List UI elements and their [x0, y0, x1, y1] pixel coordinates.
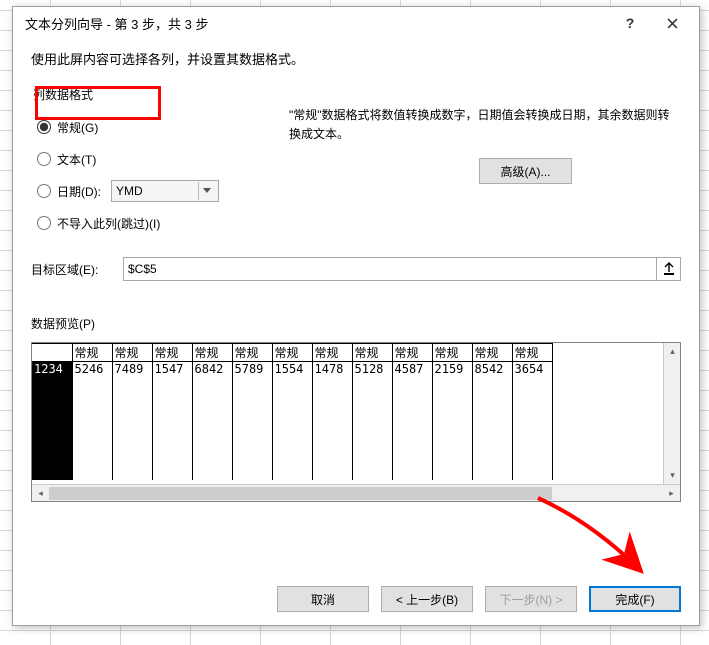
intro-text: 使用此屏内容可选择各列，并设置其数据格式。	[31, 49, 681, 68]
scroll-up-icon[interactable]: ▴	[664, 343, 680, 360]
destination-input[interactable]	[123, 257, 657, 281]
close-button[interactable]	[651, 9, 693, 37]
preview-header[interactable]: 常规	[512, 344, 552, 362]
preview-cell[interactable]: 3654	[512, 362, 552, 480]
advanced-button[interactable]: 高级(A)...	[479, 158, 572, 184]
preview-header[interactable]: 常规	[192, 344, 232, 362]
radio-general-label: 常规(G)	[57, 119, 98, 136]
text-to-columns-wizard-dialog: 文本分列向导 - 第 3 步，共 3 步 ? 使用此屏内容可选择各列，并设置其数…	[12, 6, 700, 626]
radio-text[interactable]	[37, 152, 51, 166]
preview-header[interactable]: 常规	[152, 344, 192, 362]
preview-header[interactable]: 常规	[32, 344, 72, 362]
group-title: 列数据格式	[31, 86, 271, 103]
preview-cell[interactable]: 6842	[192, 362, 232, 480]
radio-skip[interactable]	[37, 216, 51, 230]
radio-general[interactable]	[37, 120, 51, 134]
preview-cell[interactable]: 5789	[232, 362, 272, 480]
next-button: 下一步(N) >	[485, 586, 577, 612]
destination-row: 目标区域(E):	[31, 257, 681, 281]
help-button[interactable]: ?	[609, 9, 651, 37]
vertical-scrollbar[interactable]: ▴ ▾	[663, 343, 680, 484]
radio-text-label: 文本(T)	[57, 151, 96, 168]
preview-header[interactable]: 常规	[352, 344, 392, 362]
window-title: 文本分列向导 - 第 3 步，共 3 步	[25, 14, 609, 33]
preview-header[interactable]: 常规	[432, 344, 472, 362]
dialog-footer: 取消 < 上一步(B) 下一步(N) > 完成(F)	[13, 573, 699, 625]
cancel-button[interactable]: 取消	[277, 586, 369, 612]
radio-row-date[interactable]: 日期(D): YMD	[31, 175, 271, 207]
scroll-thumb[interactable]	[49, 487, 552, 500]
radio-date[interactable]	[37, 184, 51, 198]
preview-header[interactable]: 常规	[472, 344, 512, 362]
scroll-left-icon[interactable]: ◂	[32, 485, 49, 502]
preview-table[interactable]: 常规常规常规常规常规常规常规常规常规常规常规常规常规12345246748915…	[32, 343, 553, 480]
preview-header[interactable]: 常规	[232, 344, 272, 362]
range-picker-button[interactable]	[657, 257, 681, 281]
format-description-area: "常规"数据格式将数值转换成数字，日期值会转换成日期，其余数据则转换成文本。 高…	[271, 78, 681, 184]
horizontal-scrollbar[interactable]: ◂ ▸	[32, 484, 680, 501]
radio-skip-label: 不导入此列(跳过)(I)	[57, 215, 160, 232]
preview-cell[interactable]: 1547	[152, 362, 192, 480]
date-format-select[interactable]: YMD	[111, 180, 219, 202]
radio-row-text[interactable]: 文本(T)	[31, 143, 271, 175]
preview-header[interactable]: 常规	[272, 344, 312, 362]
preview-cell[interactable]: 1478	[312, 362, 352, 480]
back-button[interactable]: < 上一步(B)	[381, 586, 473, 612]
preview-label: 数据预览(P)	[31, 315, 681, 332]
close-icon	[667, 18, 678, 29]
radio-row-skip[interactable]: 不导入此列(跳过)(I)	[31, 207, 271, 239]
preview-cell[interactable]: 5128	[352, 362, 392, 480]
finish-button[interactable]: 完成(F)	[589, 586, 681, 612]
date-format-value: YMD	[116, 184, 143, 198]
dialog-body: 使用此屏内容可选择各列，并设置其数据格式。 列数据格式 常规(G) 文本(T) …	[13, 39, 699, 573]
preview-cell[interactable]: 7489	[112, 362, 152, 480]
data-preview: 常规常规常规常规常规常规常规常规常规常规常规常规常规12345246748915…	[31, 342, 681, 502]
format-area: 列数据格式 常规(G) 文本(T) 日期(D): YMD	[31, 78, 681, 239]
preview-header[interactable]: 常规	[72, 344, 112, 362]
preview-cell[interactable]: 4587	[392, 362, 432, 480]
preview-cell[interactable]: 5246	[72, 362, 112, 480]
destination-label: 目标区域(E):	[31, 261, 123, 278]
scroll-track[interactable]	[49, 485, 663, 501]
preview-cell[interactable]: 1234	[32, 362, 72, 480]
scroll-down-icon[interactable]: ▾	[664, 467, 680, 484]
preview-header[interactable]: 常规	[112, 344, 152, 362]
radio-row-general[interactable]: 常规(G)	[31, 111, 271, 143]
range-picker-icon	[663, 262, 675, 276]
column-data-format-group: 列数据格式 常规(G) 文本(T) 日期(D): YMD	[31, 86, 271, 239]
preview-cell[interactable]: 2159	[432, 362, 472, 480]
format-description: "常规"数据格式将数值转换成数字，日期值会转换成日期，其余数据则转换成文本。	[289, 106, 675, 144]
chevron-down-icon	[198, 182, 214, 200]
preview-header[interactable]: 常规	[312, 344, 352, 362]
preview-cell[interactable]: 1554	[272, 362, 312, 480]
title-bar: 文本分列向导 - 第 3 步，共 3 步 ?	[13, 7, 699, 39]
scroll-right-icon[interactable]: ▸	[663, 485, 680, 502]
radio-date-label: 日期(D):	[57, 183, 101, 200]
preview-cell[interactable]: 8542	[472, 362, 512, 480]
preview-header[interactable]: 常规	[392, 344, 432, 362]
